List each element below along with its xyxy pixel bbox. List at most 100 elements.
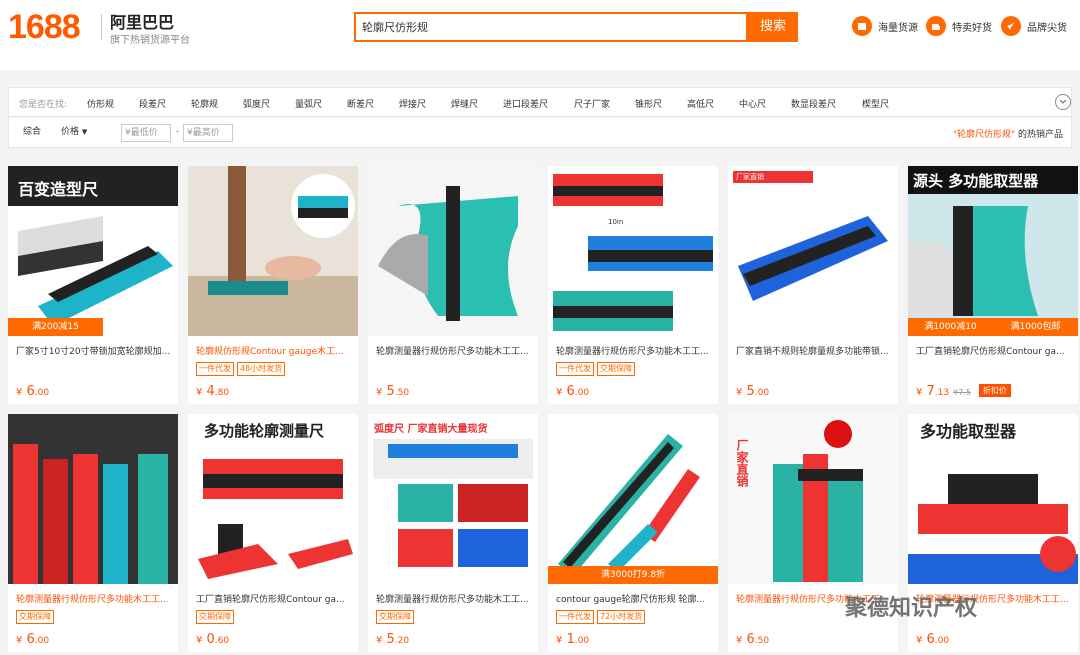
price-int: 1 <box>566 632 575 647</box>
product-price: ¥ 6.00 <box>556 384 589 399</box>
tag-list: 交期保障 <box>16 610 54 624</box>
product-title[interactable]: contour gauge轮廓尺仿形规 轮廓... <box>556 592 714 605</box>
product-card[interactable]: 轮廓规仿形规Contour gauge木工... 一件代发 48小时发货 ¥ 4.… <box>188 166 358 404</box>
product-title[interactable]: 轮廓测量器行规仿形尺多功能木工工... <box>376 344 534 357</box>
hot-products-label: "轮廓尺仿形规" 的热销产品 <box>953 127 1063 140</box>
discount-badge: 折扣价 <box>978 384 1011 397</box>
product-card[interactable]: 10in 轮廓测量器行规仿形尺多功能木工工... 一件代发 交期保障 ¥ 6.00 <box>548 166 718 404</box>
product-title[interactable]: 轮廓测量器行规仿形尺多功能木工工... <box>376 592 534 605</box>
product-price: ¥ 7.13 ¥7.5 折扣价 <box>916 384 1011 399</box>
price-dec: .50 <box>754 636 770 646</box>
search-input[interactable] <box>356 14 746 40</box>
product-image[interactable]: 10in <box>548 166 718 336</box>
rocket-icon <box>1001 16 1021 36</box>
min-price-input[interactable]: ¥最低价 <box>121 124 171 142</box>
price-currency: ¥ <box>16 387 23 398</box>
suggestion-item[interactable]: 弧度尺 <box>243 97 270 110</box>
product-title[interactable]: 轮廓测量器行规仿形尺多功能木工工... <box>16 592 174 605</box>
product-image[interactable]: 多功能取型器 <box>908 414 1078 584</box>
search-button[interactable]: 搜索 <box>748 12 798 42</box>
tag: 交期保障 <box>597 362 635 376</box>
sort-price[interactable]: 价格 ▼ <box>61 118 87 147</box>
price-currency: ¥ <box>556 387 563 398</box>
promo-badge: 满1000减10 <box>908 318 993 336</box>
image-caption: 多功能轮廓测量尺 <box>204 422 325 440</box>
tag: 交期保障 <box>376 610 414 624</box>
suggestion-item[interactable]: 楔型尺 <box>862 97 889 110</box>
product-card[interactable]: 源头 多功能取型器 满1000减10 满1000包邮 工厂直销轮廓尺仿形规Con… <box>908 166 1078 404</box>
suggestion-item[interactable]: 焊接尺 <box>399 97 426 110</box>
product-image[interactable]: 源头 多功能取型器 满1000减10 满1000包邮 <box>908 166 1078 336</box>
price-currency: ¥ <box>916 635 923 646</box>
tag-list: 一件代发 48小时发货 <box>196 362 286 376</box>
product-card[interactable]: 满3000打9.8折 contour gauge轮廓尺仿形规 轮廓... 一件代… <box>548 414 718 652</box>
price-currency: ¥ <box>16 635 23 646</box>
promo-badge-2: 满1000包邮 <box>993 318 1078 336</box>
suggestion-item[interactable]: 数显段差尺 <box>791 97 836 110</box>
box-icon <box>852 16 872 36</box>
tag: 48小时发货 <box>237 362 286 376</box>
nav-label: 品牌尖货 <box>1027 22 1067 34</box>
product-card[interactable]: 厂家直销 厂家直销不规则轮廓量规多功能带锁... ¥ 5.00 <box>728 166 898 404</box>
price-dec: .80 <box>214 388 230 398</box>
product-image[interactable] <box>368 166 538 336</box>
price-dec: .00 <box>34 388 50 398</box>
max-price-input[interactable]: ¥最高价 <box>183 124 233 142</box>
product-title[interactable]: 厂家直销不规则轮廓量规多功能带锁... <box>736 344 894 357</box>
price-currency: ¥ <box>196 387 203 398</box>
product-image[interactable]: 厂家直销 <box>728 166 898 336</box>
logo[interactable]: 1688 <box>8 8 81 47</box>
product-image[interactable]: 多功能轮廓测量尺 <box>188 414 358 584</box>
suggestion-item[interactable]: 尺子厂家 <box>574 97 610 110</box>
suggestion-item[interactable]: 中心尺 <box>739 97 766 110</box>
product-price: ¥ 5.50 <box>376 384 409 399</box>
product-title[interactable]: 厂家5寸10寸20寸带锁加宽轮廓规加... <box>16 344 174 357</box>
header: 1688 阿里巴巴 旗下热销货源平台 搜索 海量货源 特卖好货 品牌尖货 <box>0 0 1080 70</box>
product-image[interactable]: 满3000打9.8折 <box>548 414 718 584</box>
product-image[interactable]: 厂家直销 <box>728 414 898 584</box>
suggestion-item[interactable]: 量弧尺 <box>295 97 322 110</box>
product-image[interactable] <box>8 414 178 584</box>
sort-comprehensive[interactable]: 综合 <box>13 118 51 147</box>
tag: 一件代发 <box>196 362 234 376</box>
original-price: ¥7.5 <box>953 388 971 397</box>
product-image[interactable]: 百变造型尺 满200减15 <box>8 166 178 336</box>
suggestion-bar: 您是否在找: 仿形规 段差尺 轮廓规 弧度尺 量弧尺 断差尺 焊接尺 焊缝尺 进… <box>8 87 1072 117</box>
product-price: ¥ 5.20 <box>376 632 409 647</box>
product-title[interactable]: 工厂直销轮廓尺仿形规Contour ga... <box>196 592 354 605</box>
product-card[interactable]: 轮廓测量器行规仿形尺多功能木工工... 交期保障 ¥ 6.00 <box>8 414 178 652</box>
product-card[interactable]: 轮廓测量器行规仿形尺多功能木工工... ¥ 5.50 <box>368 166 538 404</box>
product-image[interactable] <box>188 166 358 336</box>
nav-special-sale[interactable]: 特卖好货 <box>926 15 992 37</box>
price-int: 6 <box>566 384 575 399</box>
product-title[interactable]: 工厂直销轮廓尺仿形规Contour ga... <box>916 344 1074 357</box>
suggestion-item[interactable]: 轮廓规 <box>191 97 218 110</box>
suggestion-item[interactable]: 段差尺 <box>139 97 166 110</box>
price-int: 6 <box>26 632 35 647</box>
suggestion-item[interactable]: 断差尺 <box>347 97 374 110</box>
product-card[interactable]: 多功能轮廓测量尺 工厂直销轮廓尺仿形规Contour ga... 交期保障 ¥ … <box>188 414 358 652</box>
product-image[interactable]: 弧度尺 厂家直销大量现货 <box>368 414 538 584</box>
chevron-down-icon[interactable] <box>1055 94 1071 110</box>
product-card[interactable]: 百变造型尺 满200减15 厂家5寸10寸20寸带锁加宽轮廓规加... ¥ 6.… <box>8 166 178 404</box>
image-caption: 源头 多功能取型器 <box>913 172 1039 190</box>
tag: 交期保障 <box>16 610 54 624</box>
product-price: ¥ 6.50 <box>736 632 769 647</box>
product-card[interactable]: 弧度尺 厂家直销大量现货 轮廓测量器行规仿形尺多功能木工工... 交期保障 ¥ … <box>368 414 538 652</box>
promo-badge: 满200减15 <box>8 318 103 336</box>
suggestion-item[interactable]: 焊缝尺 <box>451 97 478 110</box>
nav-massive-supply[interactable]: 海量货源 <box>852 15 918 37</box>
product-title[interactable]: 轮廓规仿形规Contour gauge木工... <box>196 344 354 357</box>
nav-brand-goods[interactable]: 品牌尖货 <box>1001 15 1067 37</box>
price-currency: ¥ <box>196 635 203 646</box>
suggestion-item[interactable]: 锥形尺 <box>635 97 662 110</box>
price-dec: .50 <box>394 388 410 398</box>
suggestion-item[interactable]: 仿形规 <box>87 97 114 110</box>
caret-down-icon: ▼ <box>81 128 88 136</box>
watermark: 聚德知识产权 <box>845 596 978 621</box>
price-dec: .20 <box>394 636 410 646</box>
suggestion-item[interactable]: 进口段差尺 <box>503 97 548 110</box>
price-dec: .00 <box>934 636 950 646</box>
product-title[interactable]: 轮廓测量器行规仿形尺多功能木工工... <box>556 344 714 357</box>
suggestion-item[interactable]: 高低尺 <box>687 97 714 110</box>
